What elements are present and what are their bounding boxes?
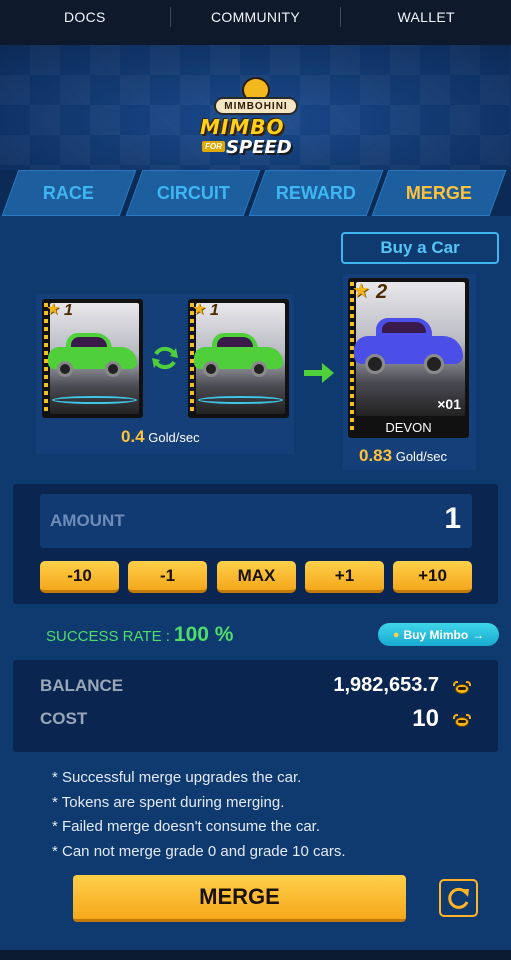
tab-race[interactable]: RACE (1, 170, 137, 216)
tab-label: MERGE (405, 182, 472, 203)
balance-value: 1,982,653.7 (333, 674, 439, 696)
buy-mimbo-label: Buy Mimbo (403, 627, 469, 642)
star-icon: ★ (46, 301, 61, 318)
car-image (48, 333, 137, 379)
source-car-card[interactable]: ★ 1 (42, 299, 143, 418)
tab-reward[interactable]: REWARD (248, 170, 384, 216)
hero-banner: MIMBOHINI MIMBO FOR SPEED (0, 45, 511, 170)
merge-notes: * Successful merge upgrades the car. * T… (52, 766, 346, 864)
tab-label: RACE (43, 182, 95, 203)
refresh-icon (447, 887, 469, 909)
note-line: * Failed merge doesn't consume the car. (52, 818, 321, 835)
merge-button[interactable]: MERGE (73, 875, 406, 922)
car-count: ×01 (437, 396, 461, 412)
note-line: * Successful merge upgrades the car. (52, 769, 302, 786)
logo-for: FOR (202, 141, 225, 152)
minus-10-button[interactable]: -10 (40, 561, 119, 593)
amount-label: AMOUNT (50, 511, 125, 530)
star-icon: ★ (192, 301, 207, 318)
car-grade: 1 (210, 302, 219, 319)
minus-1-button[interactable]: -1 (128, 561, 207, 593)
gold-rate-unit: Gold/sec (395, 449, 448, 464)
success-rate: SUCCESS RATE :100 % (46, 623, 233, 647)
main-tabs: RACE CIRCUIT REWARD MERGE (0, 170, 511, 216)
tab-circuit[interactable]: CIRCUIT (125, 170, 261, 216)
star-icon: ★ (352, 280, 370, 302)
balance-label: BALANCE (40, 676, 124, 695)
result-gold-rate: 0.83 Gold/sec (359, 446, 447, 466)
plus-10-button[interactable]: +10 (393, 561, 472, 593)
gold-rate-value: 0.4 (121, 427, 145, 446)
plus-1-button[interactable]: +1 (305, 561, 384, 593)
refresh-button[interactable] (439, 879, 478, 917)
tab-merge[interactable]: MERGE (371, 170, 507, 216)
swap-icon (152, 346, 178, 370)
note-line: * Can not merge grade 0 and grade 10 car… (52, 842, 346, 860)
bag-icon: ● (392, 628, 400, 641)
arrow-right-icon: → (472, 627, 485, 642)
logo-title: MIMBO (200, 115, 285, 139)
car-grade: 2 (376, 281, 388, 303)
platform-ring (198, 396, 283, 404)
bottom-bar (0, 950, 511, 960)
top-nav: DOCS COMMUNITY WALLET (0, 0, 511, 45)
game-logo[interactable]: MIMBOHINI MIMBO FOR SPEED (196, 75, 316, 165)
nav-docs[interactable]: DOCS (0, 9, 170, 25)
cost-value: 10 (412, 705, 439, 732)
car-image (194, 333, 283, 379)
cost-label: COST (40, 709, 88, 728)
success-rate-label: SUCCESS RATE : (46, 628, 170, 645)
mimbo-token-icon (453, 714, 471, 728)
logo-subtitle: SPEED (226, 137, 292, 158)
source-gold-rate: 0.4 Gold/sec (121, 427, 200, 447)
source-car-card[interactable]: ★ 1 (188, 299, 289, 418)
tab-label: CIRCUIT (156, 182, 230, 203)
success-rate-value: 100 % (173, 623, 234, 646)
buy-mimbo-button[interactable]: ● Buy Mimbo → (378, 623, 499, 646)
nav-wallet[interactable]: WALLET (341, 9, 511, 25)
tab-label: REWARD (276, 182, 356, 203)
result-car-card[interactable]: ★ 2 ×01 DEVON (348, 278, 469, 438)
amount-value[interactable]: 1 (444, 502, 461, 536)
gold-rate-unit: Gold/sec (148, 430, 200, 445)
platform-ring (52, 396, 137, 404)
max-button[interactable]: MAX (217, 561, 296, 593)
nav-community[interactable]: COMMUNITY (171, 9, 341, 25)
note-line: * Tokens are spent during merging. (52, 793, 285, 811)
logo-top-text: MIMBOHINI (214, 97, 298, 115)
car-grade: 1 (64, 302, 73, 319)
buy-car-button[interactable]: Buy a Car (341, 232, 499, 264)
gold-rate-value: 0.83 (359, 446, 393, 465)
car-image (354, 318, 463, 378)
mimbo-token-icon (453, 681, 471, 695)
arrow-right-icon (304, 363, 334, 383)
car-name: DEVON (385, 420, 432, 435)
